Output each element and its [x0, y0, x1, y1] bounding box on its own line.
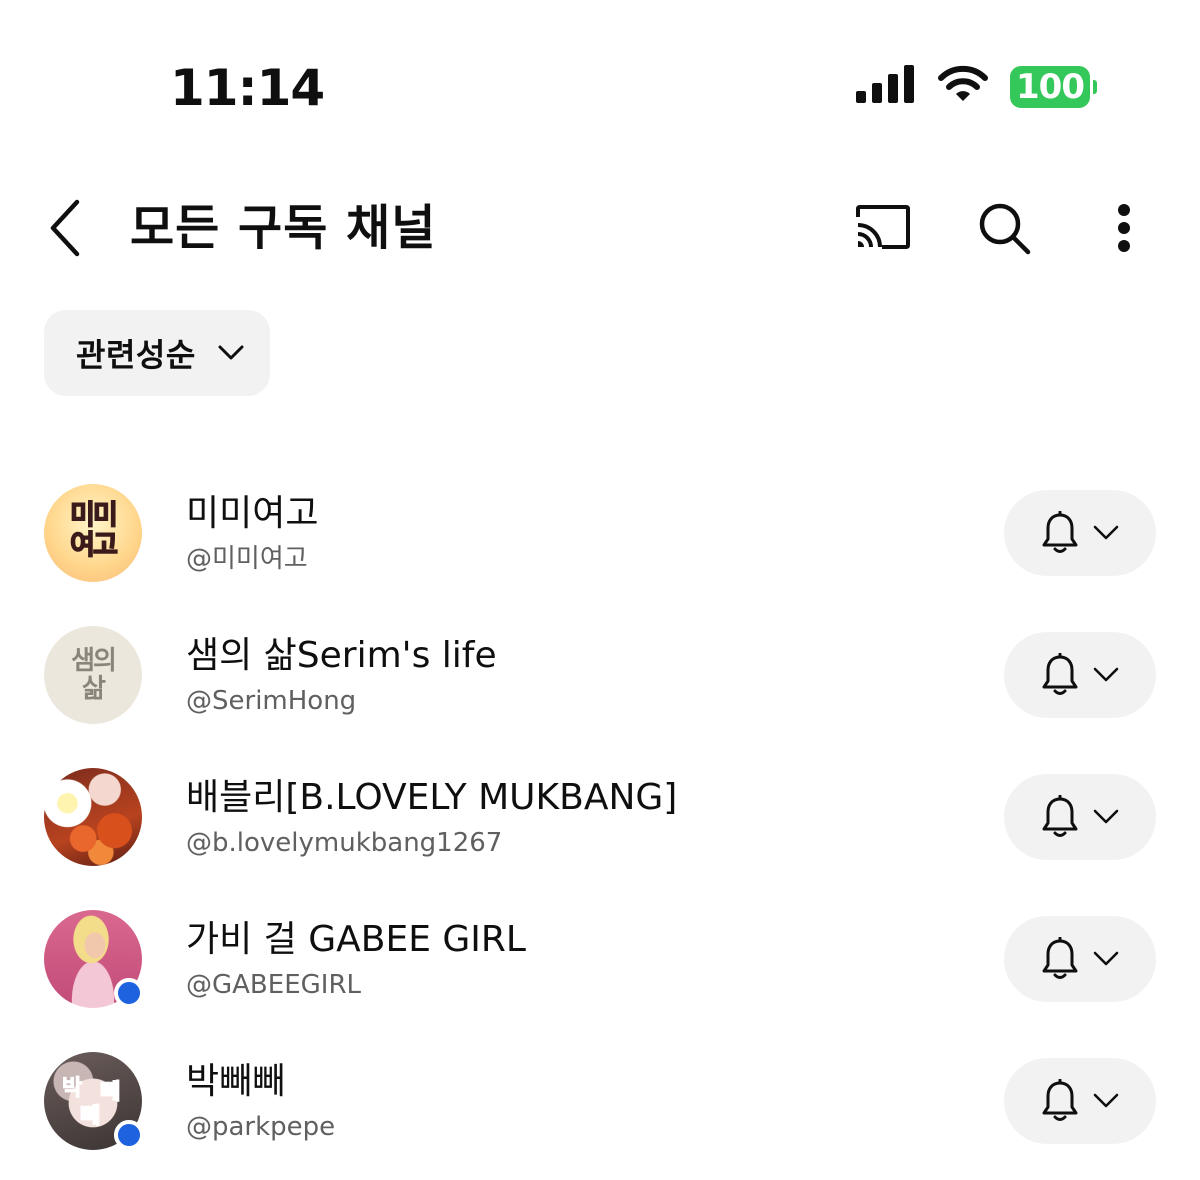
notification-settings-button[interactable] — [1004, 1058, 1156, 1144]
chevron-down-icon — [1093, 667, 1119, 682]
search-button[interactable] — [972, 198, 1036, 258]
channel-handle: @SerimHong — [186, 686, 357, 716]
chevron-down-icon — [1093, 809, 1119, 824]
status-icons: 100 — [856, 62, 1097, 112]
chevron-down-icon — [1093, 1093, 1119, 1108]
avatar-logo-text: 빼 — [79, 1104, 101, 1130]
more-options-button[interactable] — [1092, 198, 1156, 258]
top-app-bar: 모든 구독 채널 — [0, 180, 1200, 276]
channel-list: 미미 여고 미미여고 @미미여고 샘의 삶 샘의 삶Serim's life @ — [0, 470, 1200, 1180]
page-title: 모든 구독 채널 — [130, 200, 437, 256]
back-chevron-icon — [50, 199, 80, 257]
channel-avatar[interactable]: 샘의 삶 — [44, 626, 142, 724]
avatar-logo-text: 미미 — [69, 500, 118, 531]
more-vertical-icon — [1118, 204, 1130, 252]
channel-handle: @미미여고 — [186, 544, 308, 574]
channel-row[interactable]: 배블리[B.LOVELY MUKBANG] @b.lovelymukbang12… — [0, 754, 1200, 896]
sort-dropdown[interactable]: 관련성순 — [44, 310, 270, 396]
bell-icon — [1042, 511, 1078, 553]
notification-settings-button[interactable] — [1004, 490, 1156, 576]
cast-icon — [856, 205, 910, 249]
back-button[interactable] — [38, 198, 92, 258]
notification-settings-button[interactable] — [1004, 916, 1156, 1002]
channel-row[interactable]: 박 빼 빼 박빼빼 @parkpepe — [0, 1038, 1200, 1180]
bell-icon — [1042, 653, 1078, 695]
avatar-logo-text: 샘의 — [71, 646, 117, 676]
channel-row[interactable]: 샘의 삶 샘의 삶Serim's life @SerimHong — [0, 612, 1200, 754]
chevron-down-icon — [218, 345, 244, 360]
search-icon — [979, 203, 1031, 255]
sort-label: 관련성순 — [76, 336, 196, 374]
channel-name: 가비 걸 GABEE GIRL — [186, 919, 526, 960]
channel-avatar[interactable]: 미미 여고 — [44, 484, 142, 582]
cast-button[interactable] — [850, 198, 914, 258]
avatar-food-photo — [44, 768, 142, 866]
channel-handle: @GABEEGIRL — [186, 970, 361, 1000]
channel-avatar[interactable]: 박 빼 빼 — [44, 1052, 144, 1150]
channel-row[interactable]: 미미 여고 미미여고 @미미여고 — [0, 470, 1200, 612]
channel-row[interactable]: 가비 걸 GABEE GIRL @GABEEGIRL — [0, 896, 1200, 1038]
chevron-down-icon — [1093, 525, 1119, 540]
avatar-logo-text: 빼 — [99, 1080, 121, 1106]
new-content-dot — [114, 978, 144, 1008]
channel-avatar[interactable] — [44, 768, 142, 866]
status-time: 11:14 — [170, 59, 325, 117]
new-content-dot — [114, 1120, 144, 1150]
wifi-icon — [936, 65, 990, 109]
avatar-logo-text: 여고 — [69, 530, 118, 561]
battery-icon: 100 — [1010, 66, 1097, 108]
notification-settings-button[interactable] — [1004, 632, 1156, 718]
chevron-down-icon — [1093, 951, 1119, 966]
channel-name: 미미여고 — [186, 493, 319, 534]
channel-name: 배블리[B.LOVELY MUKBANG] — [186, 777, 678, 818]
channel-handle: @b.lovelymukbang1267 — [186, 828, 503, 858]
channel-name: 샘의 삶Serim's life — [186, 635, 497, 676]
avatar-logo-text: 삶 — [82, 674, 106, 704]
bell-icon — [1042, 1079, 1078, 1121]
cellular-signal-icon — [856, 65, 916, 109]
notification-settings-button[interactable] — [1004, 774, 1156, 860]
channel-handle: @parkpepe — [186, 1112, 336, 1142]
channel-name: 박빼빼 — [186, 1061, 286, 1102]
bell-icon — [1042, 937, 1078, 979]
channel-avatar[interactable] — [44, 910, 144, 1008]
bell-icon — [1042, 795, 1078, 837]
